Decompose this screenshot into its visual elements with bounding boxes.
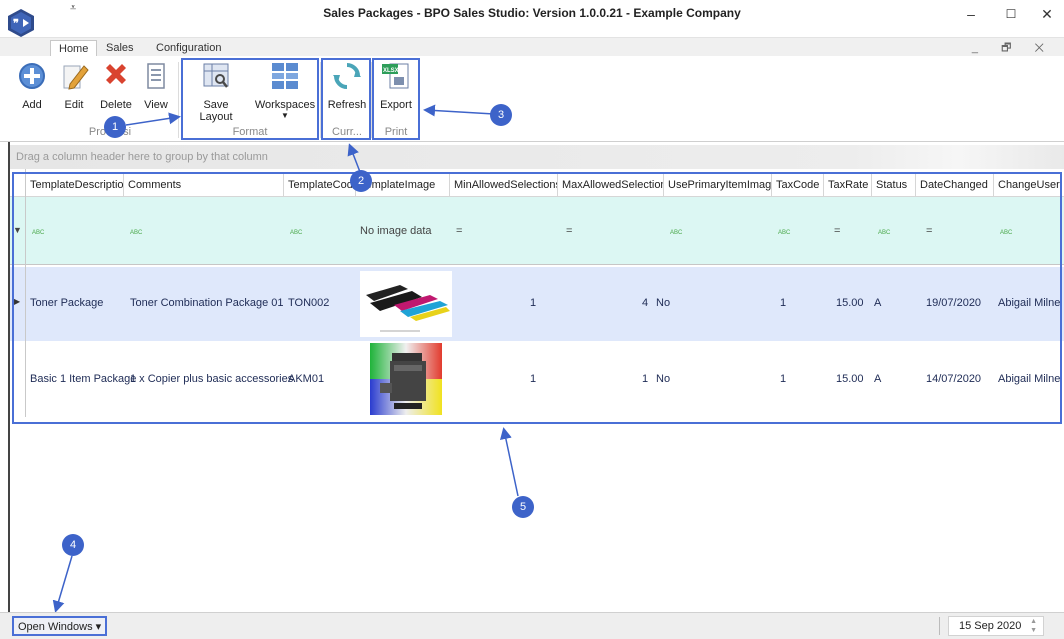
date-field[interactable]: 15 Sep 2020 ▲ ▼: [948, 616, 1044, 636]
delete-button[interactable]: Delete: [96, 60, 136, 111]
title-bar: ❞ ⩡ Sales Packages - BPO Sales Studio: V…: [0, 0, 1064, 38]
callout-badge: 2: [350, 170, 372, 192]
status-bar: Open Windows ▾ 15 Sep 2020 ▲ ▼: [0, 612, 1064, 639]
refresh-group-highlight: [321, 58, 371, 140]
add-icon: [19, 63, 45, 89]
view-button[interactable]: View: [138, 60, 174, 111]
tab-sales[interactable]: Sales: [98, 40, 142, 56]
view-document-icon: [147, 63, 165, 89]
format-group-highlight: [181, 58, 319, 140]
date-value: 15 Sep 2020: [959, 620, 1022, 632]
print-group-highlight: [372, 58, 420, 140]
delete-x-icon: [106, 64, 126, 84]
edit-label: Edit: [64, 99, 84, 111]
group-by-hint: Drag a column header here to group by th…: [16, 151, 268, 163]
edit-button[interactable]: Edit: [54, 60, 94, 111]
callout-badge: 4: [62, 534, 84, 556]
add-button[interactable]: Add: [12, 60, 52, 111]
spin-icon[interactable]: ▲ ▼: [1030, 617, 1037, 635]
view-label: View: [144, 99, 168, 111]
callout-badge: 3: [490, 104, 512, 126]
maximize-button[interactable]: ☐: [996, 4, 1026, 24]
ribbon-separator: [178, 62, 179, 138]
callout-badge: 5: [512, 496, 534, 518]
window-title: Sales Packages - BPO Sales Studio: Versi…: [323, 6, 741, 20]
group-by-panel[interactable]: Drag a column header here to group by th…: [10, 145, 1064, 169]
tab-home[interactable]: Home: [50, 40, 98, 56]
close-button[interactable]: ✕: [1032, 4, 1062, 24]
status-separator: [939, 617, 940, 635]
ribbon-tab-row: Home Sales Configuration _ 🗗 ✕: [0, 38, 1064, 56]
delete-label: Delete: [100, 99, 132, 111]
ribbon: Add Edit Delete View Processi: [0, 56, 1064, 142]
open-windows-button[interactable]: Open Windows ▾: [12, 616, 108, 636]
window-border: [8, 142, 10, 612]
edit-pencil-icon: [63, 65, 89, 90]
minimize-button[interactable]: –: [956, 4, 986, 24]
callout-badge: 1: [104, 116, 126, 138]
tab-configuration[interactable]: Configuration: [148, 40, 229, 56]
add-label: Add: [22, 99, 42, 111]
grid-highlight: [12, 172, 1062, 424]
